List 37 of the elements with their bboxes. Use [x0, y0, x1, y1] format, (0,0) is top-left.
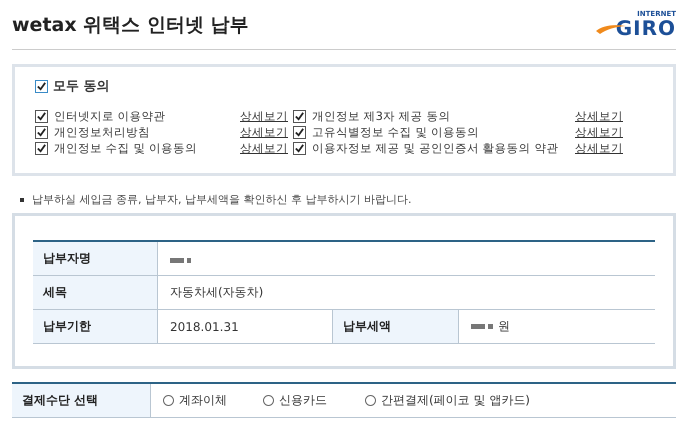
page-title: wetax 위택스 인터넷 납부 [12, 12, 248, 38]
redacted-mark [170, 258, 191, 262]
details-link[interactable]: 상세보기 [575, 124, 623, 140]
checkbox[interactable] [293, 142, 306, 154]
terms-label: 개인정보 제3자 제공 동의 [312, 108, 452, 124]
payment-option-label: 간편결제(페이코 및 앱카드) [381, 392, 530, 409]
details-link[interactable]: 상세보기 [575, 108, 623, 124]
currency-unit: 원 [498, 318, 510, 335]
terms-label: 개인정보 수집 및 이용동의 [54, 140, 198, 156]
bullet-icon [20, 198, 24, 202]
table-header: 결제수단 선택 [12, 383, 150, 418]
details-link[interactable]: 상세보기 [575, 140, 623, 156]
radio-button[interactable] [263, 395, 274, 406]
checkbox[interactable] [35, 126, 48, 138]
table-header: 납부세액 [332, 310, 458, 344]
details-link[interactable]: 상세보기 [240, 124, 288, 140]
terms-label: 이용자정보 제공 및 공인인증서 활용동의 약관 [312, 140, 560, 156]
details-link[interactable]: 상세보기 [240, 108, 288, 124]
agree-all-label: 모두 동의 [53, 78, 110, 95]
notice-text: 납부하실 세입금 종류, 납부자, 납부세액을 확인하신 후 납부하시기 바랍니다. [32, 192, 412, 207]
radio-button[interactable] [365, 395, 376, 406]
checkbox[interactable] [293, 126, 306, 138]
checkbox[interactable] [35, 80, 48, 92]
table-header: 납부자명 [33, 241, 158, 276]
details-link[interactable]: 상세보기 [240, 140, 288, 156]
redacted-mark [471, 324, 493, 329]
terms-label: 개인정보처리방침 [54, 124, 151, 140]
radio-button[interactable] [163, 395, 174, 406]
terms-label: 인터넷지로 이용약관 [54, 108, 167, 124]
payment-option-label: 신용카드 [279, 392, 327, 409]
checkbox[interactable] [35, 110, 48, 122]
terms-label: 고유식별정보 수집 및 이용동의 [312, 124, 480, 140]
table-header: 납부기한 [33, 310, 158, 344]
payment-option-label: 계좌이체 [179, 392, 227, 409]
checkbox[interactable] [35, 142, 48, 154]
table-header: 세목 [33, 276, 158, 310]
checkbox[interactable] [293, 110, 306, 122]
